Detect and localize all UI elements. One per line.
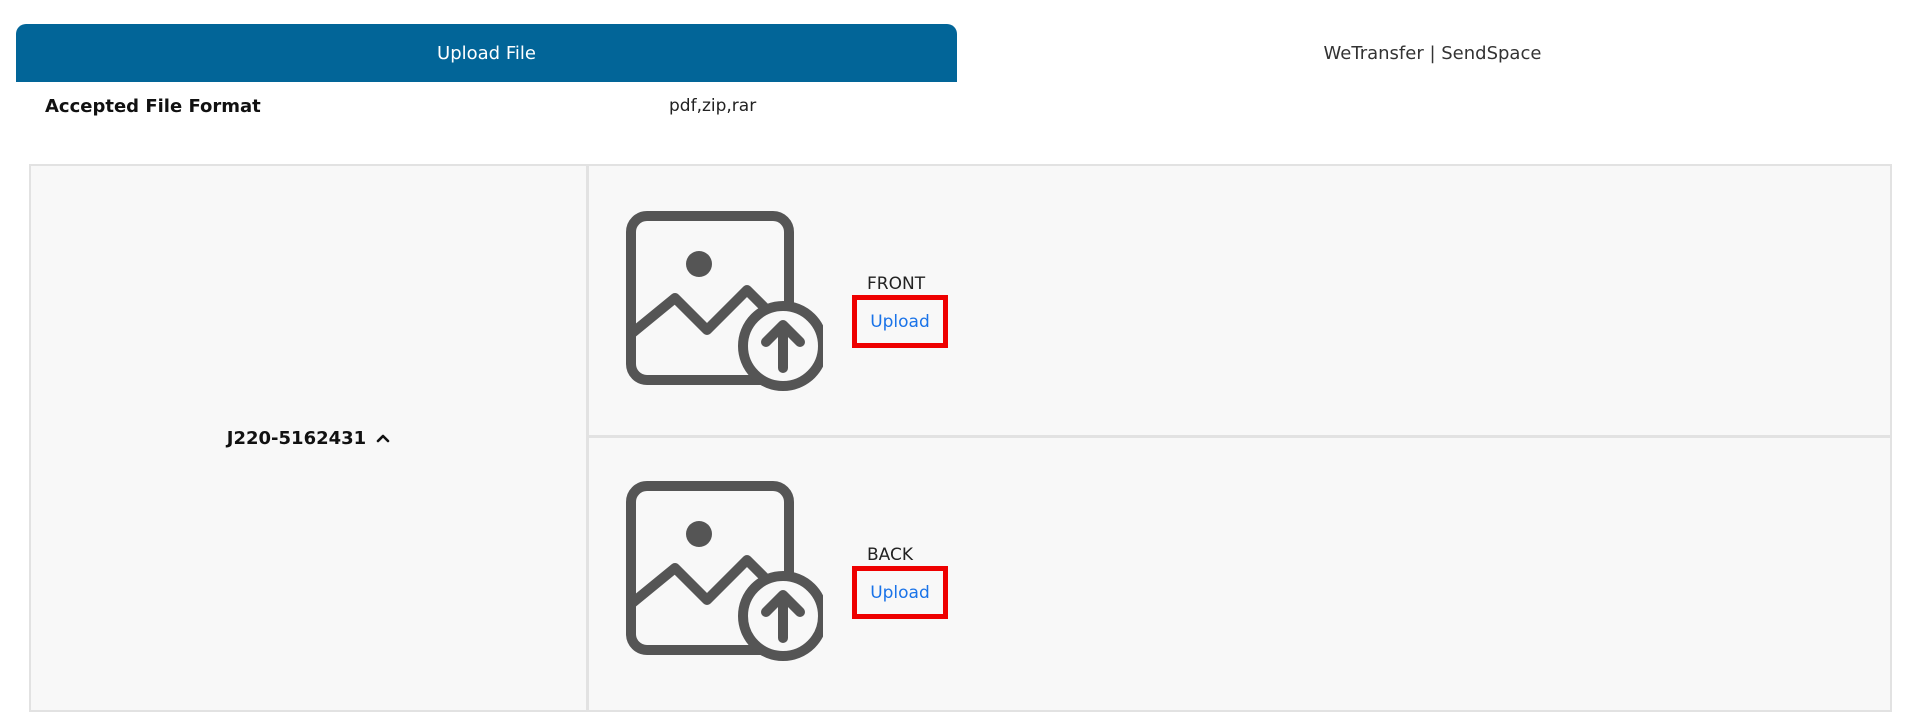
job-cell: J220-5162431 [31, 166, 589, 710]
upload-page: Upload File WeTransfer | SendSpace Accep… [0, 0, 1920, 726]
back-upload-highlight: Upload [852, 566, 948, 619]
job-id: J220-5162431 [226, 427, 367, 449]
upload-cells: FRONT Upload BACK Upload [589, 166, 1890, 710]
front-upload-highlight: Upload [852, 295, 948, 348]
back-upload-link[interactable]: Upload [870, 583, 930, 603]
job-id-toggle[interactable]: J220-5162431 [227, 428, 390, 449]
upload-table: J220-5162431 FRONT Upload BACK Upload [29, 164, 1892, 712]
front-upload-link[interactable]: Upload [870, 312, 930, 332]
tab-wetransfer-sendspace[interactable]: WeTransfer | SendSpace [957, 24, 1908, 82]
back-label: BACK [867, 545, 914, 565]
upload-row-front: FRONT Upload [589, 166, 1890, 438]
upload-tabs: Upload File WeTransfer | SendSpace [16, 24, 1908, 82]
front-label: FRONT [867, 274, 926, 294]
chevron-up-icon [376, 434, 390, 443]
image-upload-icon [626, 481, 823, 661]
accepted-file-format-value: pdf,zip,rar [669, 96, 757, 116]
upload-row-back: BACK Upload [589, 438, 1890, 710]
image-upload-icon [626, 211, 823, 391]
tab-upload-file[interactable]: Upload File [16, 24, 957, 82]
accepted-file-format-label: Accepted File Format [45, 96, 261, 117]
